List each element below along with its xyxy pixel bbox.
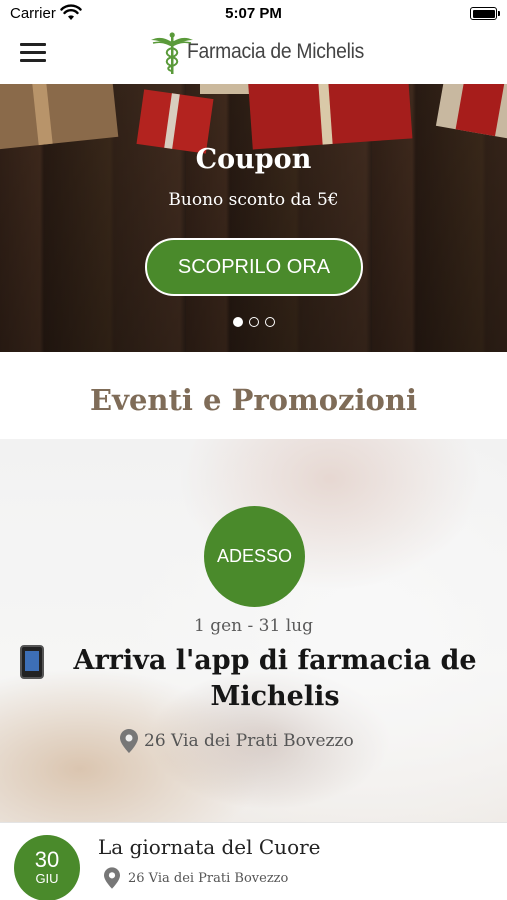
event-headline: Arriva l'app di farmacia de Michelis <box>73 645 477 712</box>
mobile-phone-icon <box>20 645 44 679</box>
hero-banner[interactable]: Coupon Buono sconto da 5€ SCOPRILO ORA <box>0 84 507 352</box>
hero-subtitle: Buono sconto da 5€ <box>168 190 339 210</box>
status-bar: Carrier 5:07 PM <box>0 0 507 28</box>
event-dates: 1 gen - 31 lug <box>194 616 313 636</box>
event-day: 30 <box>34 847 60 872</box>
gift-box-decoration <box>247 84 413 150</box>
event-title: La giornata del Cuore <box>98 835 321 859</box>
brand-name: Farmacia de Michelis <box>187 40 365 63</box>
hamburger-menu-icon[interactable] <box>20 42 48 64</box>
event-address: 26 Via dei Prati Bovezzo <box>104 867 288 889</box>
event-address: 26 Via dei Prati Bovezzo <box>120 729 354 753</box>
event-list-item[interactable]: 30 GIU La giornata del Cuore 26 Via dei … <box>0 822 507 900</box>
event-address-text: 26 Via dei Prati Bovezzo <box>128 870 289 886</box>
nav-bar: Farmacia de Michelis <box>0 28 507 84</box>
location-pin-icon <box>120 729 138 753</box>
battery-icon <box>470 7 500 20</box>
now-badge: ADESSO <box>204 506 305 607</box>
events-section-title: Eventi e Promozioni <box>90 383 417 417</box>
gift-box-decoration <box>0 84 119 151</box>
carousel-page-indicator[interactable] <box>0 317 507 327</box>
carousel-dot-3[interactable] <box>264 317 275 327</box>
event-date-badge: 30 GIU <box>14 835 80 900</box>
gift-box-decoration <box>435 84 507 142</box>
clock: 5:07 PM <box>225 5 282 22</box>
carousel-dot-1[interactable] <box>232 317 243 327</box>
hero-title: Coupon <box>195 144 312 175</box>
carousel-dot-2[interactable] <box>248 317 259 327</box>
discover-now-button[interactable]: SCOPRILO ORA <box>145 238 363 296</box>
location-pin-icon <box>104 867 120 889</box>
event-month: GIU <box>35 871 59 886</box>
event-address-text: 26 Via dei Prati Bovezzo <box>144 731 354 751</box>
brand-logo: Farmacia de Michelis <box>147 28 379 76</box>
featured-event-card[interactable]: ADESSO 1 gen - 31 lug Arriva l'app di fa… <box>0 439 507 822</box>
